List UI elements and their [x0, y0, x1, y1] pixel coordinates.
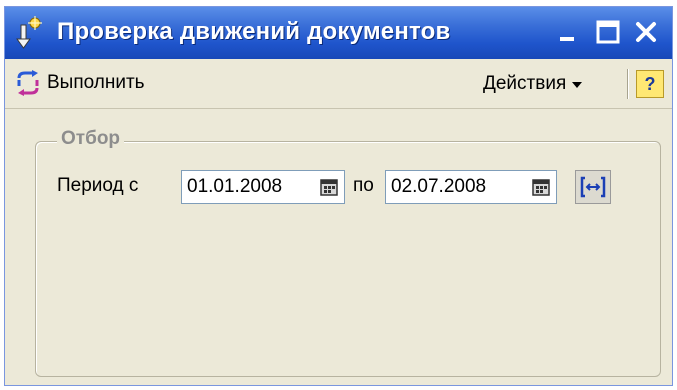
run-arrows-icon — [17, 70, 39, 96]
help-button[interactable]: ? — [636, 70, 664, 98]
calendar-icon — [532, 179, 550, 196]
minimize-icon — [560, 37, 574, 41]
period-select-button[interactable] — [575, 170, 611, 204]
chevron-down-icon — [572, 82, 583, 88]
document-movements-icon — [16, 16, 42, 49]
date-to-field[interactable]: 02.07.2008 — [385, 170, 557, 204]
date-from-field[interactable]: 01.01.2008 — [181, 170, 345, 204]
toolbar: Выполнить Действия ? — [5, 59, 672, 109]
run-button[interactable]: Выполнить — [15, 67, 145, 99]
run-button-label: Выполнить — [47, 72, 145, 93]
maximize-icon — [596, 20, 620, 44]
period-select-icon — [580, 176, 606, 198]
calendar-icon — [320, 179, 338, 196]
maximize-button[interactable] — [593, 17, 623, 47]
date-to-calendar-button[interactable] — [528, 173, 554, 201]
title-bar[interactable]: Проверка движений документов — [5, 7, 672, 59]
date-from-calendar-button[interactable] — [316, 173, 342, 201]
filter-group-title: Отбор — [57, 127, 125, 151]
actions-menu-button[interactable]: Действия — [483, 71, 583, 97]
help-icon: ? — [644, 73, 656, 94]
period-from-label: Период с — [57, 175, 139, 196]
minimize-button[interactable] — [553, 17, 583, 47]
date-to-value: 02.07.2008 — [391, 176, 487, 197]
toolbar-separator — [627, 69, 629, 99]
period-to-label: по — [353, 175, 374, 196]
close-icon — [636, 22, 656, 42]
actions-menu-label: Действия — [483, 73, 567, 94]
window-title: Проверка движений документов — [57, 18, 451, 45]
date-from-value: 01.01.2008 — [187, 176, 283, 197]
close-button[interactable] — [631, 17, 661, 47]
dialog-window: Проверка движений документов Выполнить Д… — [4, 6, 673, 386]
